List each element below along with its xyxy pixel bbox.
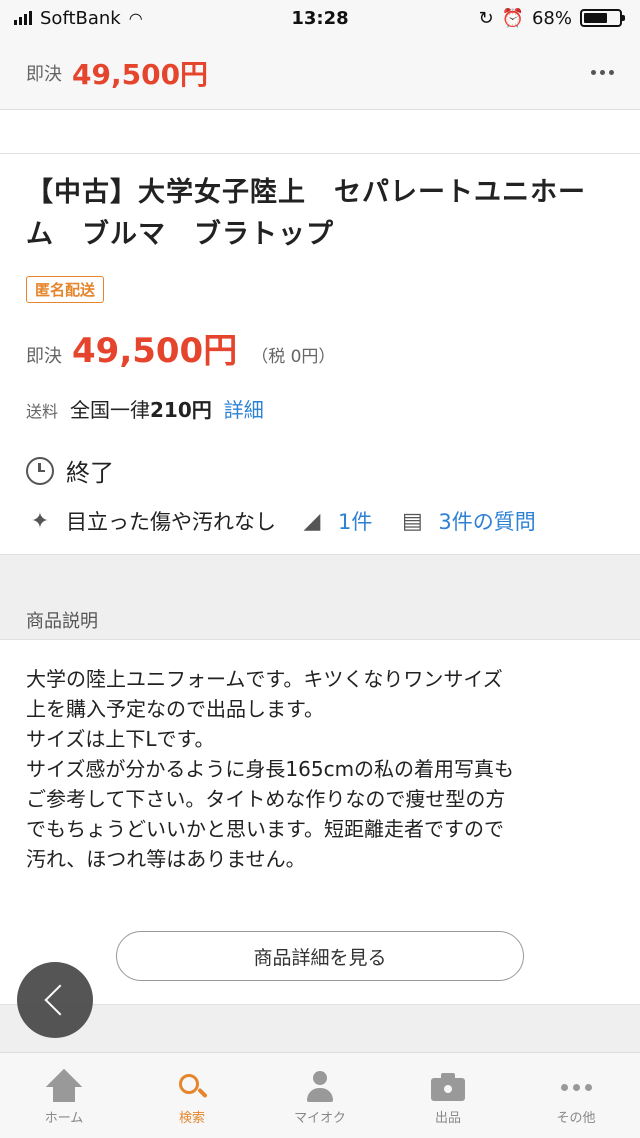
description-line: サイズ感が分かるように身長165cmの私の着用写真も <box>26 757 515 781</box>
header-price-label: 即決 <box>26 63 62 85</box>
wifi-icon: ◠ <box>128 8 143 28</box>
clock-icon <box>26 456 54 485</box>
anonymous-shipping-badge: 匿名配送 <box>26 276 105 303</box>
section-title: 商品説明 <box>26 611 98 632</box>
more-options-icon[interactable] <box>591 70 614 75</box>
product-info: 【中古】大学女子陸上 セパレートユニホー ム ブルマ ブラトップ 匿名配送 即決… <box>0 154 640 536</box>
signal-icon <box>14 11 32 25</box>
description-section-header: 商品説明 <box>0 554 640 640</box>
carrier-name: SoftBank <box>40 7 121 29</box>
home-icon <box>47 1067 81 1107</box>
shipping-row: 送料 全国一律 210円 詳細 <box>26 394 614 423</box>
sparkle-icon: ✦ <box>30 508 50 534</box>
more-icon <box>560 1067 592 1107</box>
description-line: 汚れ、ほつれ等はありません。 <box>26 847 306 871</box>
questions-link[interactable]: 3件の質問 <box>438 506 535 536</box>
view-item-details-button[interactable]: 商品詳細を見る <box>116 931 524 981</box>
status-right: ↻ ⏰ 68% <box>478 7 625 29</box>
product-title-line-1: 【中古】大学女子陸上 セパレートユニホー <box>26 177 586 208</box>
camera-icon <box>431 1067 465 1107</box>
alarm-icon: ⏰ <box>501 7 524 29</box>
shipping-prefix: 全国一律 <box>70 398 151 422</box>
item-condition: 目立った傷や汚れなし <box>66 510 276 534</box>
header-price: 49,500円 <box>72 57 209 91</box>
back-button[interactable] <box>17 962 93 1038</box>
bottom-gray-strip <box>0 1004 640 1052</box>
battery-icon <box>580 9 625 27</box>
sticky-price-header: 即決 49,500円 <box>0 36 640 110</box>
buyout-price: 49,500円 <box>72 331 238 371</box>
description-line: 上を購入予定なので出品します。 <box>26 697 324 721</box>
tab-search[interactable]: 検索 <box>128 1053 256 1138</box>
auction-status: 終了 <box>66 459 114 487</box>
tab-other[interactable]: その他 <box>512 1053 640 1138</box>
tab-sell[interactable]: 出品 <box>384 1053 512 1138</box>
tab-my-auction[interactable]: マイオク <box>256 1053 384 1138</box>
description-line: でもちょうどいいかと思います。短距離走者ですので <box>26 817 504 841</box>
description-line: 大学の陸上ユニフォームです。キツくなりワンサイズ <box>26 667 503 691</box>
description-text: 大学の陸上ユニフォームです。キツくなりワンサイズ 上を購入予定なので出品します。… <box>26 664 616 874</box>
divider-strip <box>0 110 640 154</box>
status-left: SoftBank ◠ <box>14 8 143 29</box>
shipping-detail-link[interactable]: 詳細 <box>224 394 264 423</box>
rotation-lock-icon: ↻ <box>478 7 494 29</box>
bid-count-link[interactable]: 1件 <box>338 506 372 536</box>
shipping-label: 送料 <box>26 402 59 421</box>
description-line: サイズは上下Lです。 <box>26 727 215 751</box>
search-icon <box>177 1067 208 1107</box>
chat-icon: ▤ <box>401 508 423 534</box>
price-row: 即決 49,500円 （税 0円） <box>26 323 614 372</box>
tab-label: ホーム <box>44 1111 84 1126</box>
status-bar: SoftBank ◠ 13:28 ↻ ⏰ 68% <box>0 0 640 36</box>
tab-label: その他 <box>556 1111 596 1126</box>
auction-status-row: 終了 <box>26 453 614 488</box>
gavel-icon: ◢ <box>303 508 321 534</box>
description-line: ご参考して下さい。タイトめな作りなので痩せ型の方 <box>26 787 506 811</box>
person-icon <box>305 1067 335 1107</box>
tab-label: 検索 <box>178 1111 205 1126</box>
chevron-left-icon <box>44 984 76 1016</box>
bottom-tab-bar: ホーム 検索 マイオク 出品 その他 <box>0 1052 640 1138</box>
product-title-line-2: ム ブルマ ブラトップ <box>26 219 334 250</box>
price-label: 即決 <box>26 346 62 367</box>
tab-label: マイオク <box>294 1111 346 1126</box>
tax-note: （税 0円） <box>251 347 336 367</box>
tab-home[interactable]: ホーム <box>0 1053 128 1138</box>
meta-row: ✦ 目立った傷や汚れなし ◢ 1件 ▤ 3件の質問 <box>26 506 614 536</box>
shipping-price: 210円 <box>150 398 212 422</box>
tab-label: 出品 <box>434 1111 461 1126</box>
battery-percent: 68% <box>531 7 572 29</box>
battery-level <box>584 13 608 23</box>
product-title: 【中古】大学女子陸上 セパレートユニホー ム ブルマ ブラトップ <box>26 172 614 256</box>
